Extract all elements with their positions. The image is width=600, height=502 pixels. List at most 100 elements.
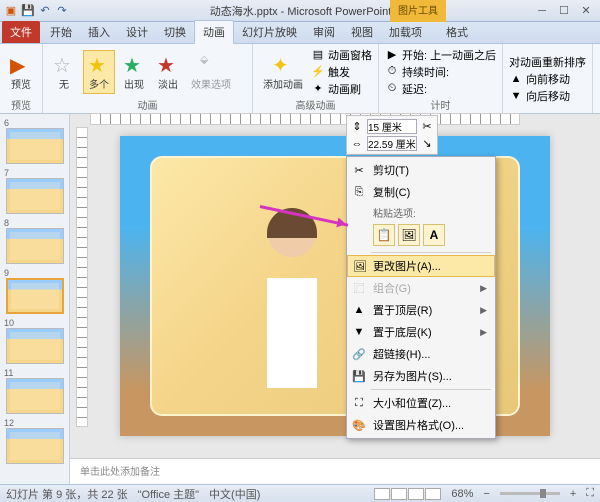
- effect-options[interactable]: ⬙效果选项: [187, 51, 235, 93]
- star-appear-icon: ★: [123, 53, 145, 75]
- ctx-sep: [371, 389, 491, 390]
- thumb-12[interactable]: [6, 428, 64, 464]
- tab-transitions[interactable]: 切换: [156, 21, 194, 43]
- preview-button[interactable]: ▶预览: [6, 51, 36, 93]
- ctx-format-picture[interactable]: 🎨设置图片格式(O)...: [347, 414, 495, 436]
- ctx-hyperlink[interactable]: 🔗超链接(H)...: [347, 343, 495, 365]
- ctx-sep: [371, 252, 491, 253]
- height-input[interactable]: [367, 119, 417, 134]
- tab-view[interactable]: 视图: [343, 21, 381, 43]
- tab-slideshow[interactable]: 幻灯片放映: [234, 21, 305, 43]
- width-input[interactable]: [367, 136, 417, 151]
- redo-icon[interactable]: ↷: [55, 4, 69, 18]
- thumb-10[interactable]: [6, 328, 64, 364]
- paste-opt-3[interactable]: A: [423, 224, 445, 246]
- pane-icon: ▤: [311, 48, 325, 62]
- zoom-in[interactable]: +: [570, 488, 576, 500]
- paste-opt-2[interactable]: 🖼: [398, 224, 420, 246]
- fit-window[interactable]: ⛶: [586, 487, 594, 500]
- timing-duration[interactable]: ⏱持续时间:: [385, 64, 496, 80]
- tab-animations[interactable]: 动画: [194, 20, 234, 44]
- launcher-icon[interactable]: ↘: [420, 137, 434, 151]
- close-button[interactable]: ✕: [576, 4, 596, 18]
- ctx-size-position[interactable]: ⛶大小和位置(Z)...: [347, 392, 495, 414]
- ctx-save-as-image[interactable]: 💾另存为图片(S)...: [347, 365, 495, 387]
- back-icon: ▼: [351, 324, 367, 340]
- status-language[interactable]: 中文(中国): [209, 486, 260, 502]
- ribbon-tabs: 文件 开始 插入 设计 切换 动画 幻灯片放映 审阅 视图 加载项 格式: [0, 22, 600, 44]
- anim-multi[interactable]: ★多个: [83, 50, 115, 94]
- minimize-button[interactable]: ─: [532, 4, 552, 18]
- maximize-button[interactable]: ☐: [554, 4, 574, 18]
- zoom-level[interactable]: 68%: [451, 488, 473, 500]
- thumb-6[interactable]: [6, 128, 64, 164]
- tab-design[interactable]: 设计: [118, 21, 156, 43]
- animation-painter[interactable]: ✦动画刷: [311, 81, 372, 97]
- context-menu: ✂剪切(T) ⎘复制(C) 粘贴选项: 📋 🖼 A 🖼更改图片(A)... ⿸组…: [346, 156, 496, 439]
- thumb-8[interactable]: [6, 228, 64, 264]
- trigger[interactable]: ⚡触发: [311, 64, 372, 80]
- slide-thumbnails[interactable]: 6 7 8 9 10 11 12: [0, 114, 70, 484]
- animation-pane[interactable]: ▤动画窗格: [311, 47, 372, 63]
- view-reading[interactable]: [408, 488, 424, 500]
- status-bar: 幻灯片 第 9 张，共 22 张 "Office 主题" 中文(中国) 68% …: [0, 484, 600, 502]
- crop-icon[interactable]: ✂: [420, 120, 434, 134]
- ribbon: ▶预览 预览 ☆无 ★多个 ★出现 ★淡出 ⬙效果选项 动画 ✦添加动画 ▤动画…: [0, 44, 600, 114]
- sizepos-icon: ⛶: [351, 395, 367, 411]
- front-icon: ▲: [351, 302, 367, 318]
- move-down[interactable]: ▼向后移动: [509, 88, 586, 104]
- tab-home[interactable]: 开始: [42, 21, 80, 43]
- anim-none[interactable]: ☆无: [49, 51, 79, 93]
- tab-review[interactable]: 审阅: [305, 21, 343, 43]
- cut-icon: ✂: [351, 162, 367, 178]
- save-icon[interactable]: 💾: [21, 4, 35, 18]
- thumb-7[interactable]: [6, 178, 64, 214]
- saveimg-icon: 💾: [351, 368, 367, 384]
- group-icon: ⿸: [351, 280, 367, 296]
- delay-icon: ⏲: [385, 82, 399, 96]
- ctx-bring-front[interactable]: ▲置于顶层(R)▶: [347, 299, 495, 321]
- thumb-9[interactable]: [6, 278, 64, 314]
- timing-delay[interactable]: ⏲延迟:: [385, 81, 496, 97]
- ctx-copy[interactable]: ⎘复制(C): [347, 181, 495, 203]
- ctx-paste-label: 粘贴选项:: [347, 203, 495, 222]
- tab-format[interactable]: 格式: [438, 21, 476, 43]
- add-animation[interactable]: ✦添加动画: [259, 51, 307, 93]
- status-theme: "Office 主题": [138, 486, 199, 502]
- ctx-change-picture[interactable]: 🖼更改图片(A)...: [347, 255, 495, 277]
- group-preview: ▶预览 预览: [0, 44, 43, 113]
- timing-start[interactable]: ▶开始:上一动画之后: [385, 47, 496, 63]
- tab-addins[interactable]: 加载项: [381, 21, 430, 43]
- view-slideshow[interactable]: [425, 488, 441, 500]
- view-normal[interactable]: [374, 488, 390, 500]
- down-icon: ▼: [509, 89, 523, 103]
- tab-file[interactable]: 文件: [2, 21, 40, 43]
- powerpoint-icon: ▣: [4, 4, 18, 18]
- notes-pane[interactable]: 单击此处添加备注: [70, 458, 600, 484]
- effect-icon: ⬙: [200, 53, 222, 75]
- ctx-send-back[interactable]: ▼置于底层(K)▶: [347, 321, 495, 343]
- ctx-cut[interactable]: ✂剪切(T): [347, 159, 495, 181]
- height-icon: ⇕: [350, 120, 364, 134]
- zoom-slider[interactable]: [500, 492, 560, 495]
- anim-appear[interactable]: ★出现: [119, 51, 149, 93]
- contextual-tab-header: 图片工具: [390, 0, 446, 22]
- tab-insert[interactable]: 插入: [80, 21, 118, 43]
- ctx-group: ⿸组合(G)▶: [347, 277, 495, 299]
- paste-options: 📋 🖼 A: [347, 222, 495, 250]
- view-sorter[interactable]: [391, 488, 407, 500]
- anim-fadein[interactable]: ★淡出: [153, 51, 183, 93]
- group-timing: ▶开始:上一动画之后 ⏱持续时间: ⏲延迟: 计时: [379, 44, 503, 113]
- format-icon: 🎨: [351, 417, 367, 433]
- ruler-vertical: [76, 127, 88, 427]
- chevron-right-icon: ▶: [480, 305, 487, 316]
- thumb-11[interactable]: [6, 378, 64, 414]
- trigger-icon: ⚡: [311, 65, 325, 79]
- zoom-out[interactable]: −: [483, 488, 489, 500]
- status-slide-count: 幻灯片 第 9 张，共 22 张: [6, 486, 128, 502]
- add-star-icon: ✦: [272, 53, 294, 75]
- slide-area[interactable]: [70, 114, 600, 458]
- undo-icon[interactable]: ↶: [38, 4, 52, 18]
- move-up[interactable]: ▲向前移动: [509, 71, 586, 87]
- paste-opt-1[interactable]: 📋: [373, 224, 395, 246]
